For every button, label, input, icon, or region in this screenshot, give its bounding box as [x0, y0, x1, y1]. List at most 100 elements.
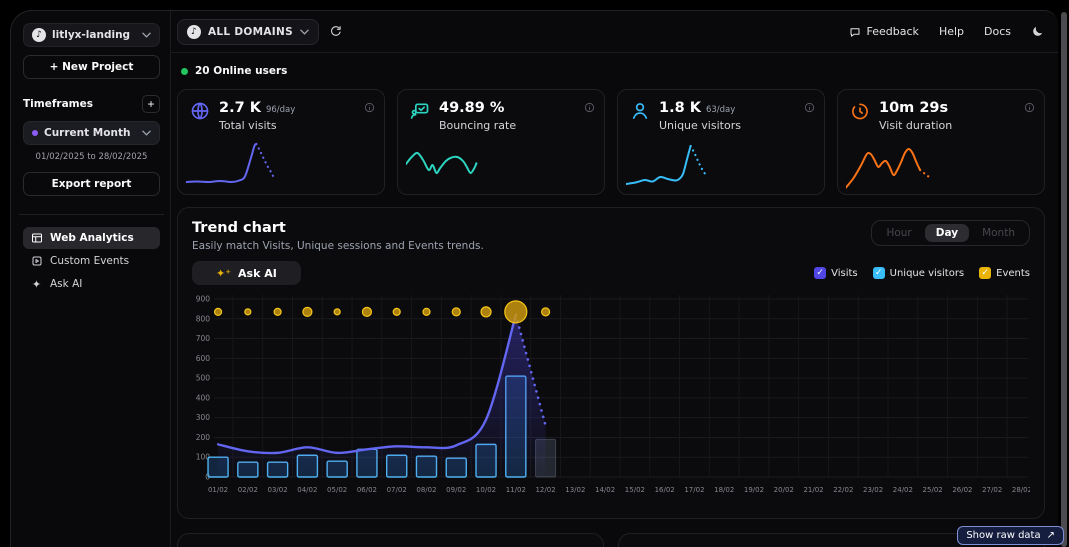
new-project-button[interactable]: + New Project	[23, 55, 160, 79]
checkbox-visits[interactable]: ✓	[814, 267, 826, 279]
stat-label: Bouncing rate	[439, 119, 516, 132]
tab-month[interactable]: Month	[971, 224, 1026, 242]
info-icon[interactable]	[1024, 98, 1035, 117]
tab-hour[interactable]: Hour	[875, 224, 922, 242]
svg-text:02/02: 02/02	[238, 486, 258, 494]
stat-cards-row: 2.7 K 96/day Total visits	[177, 89, 1045, 195]
timeframe-date-range: 01/02/2025 to 28/02/2025	[23, 152, 160, 162]
trend-chart[interactable]: 010020030040050060070080090001/0202/0203…	[192, 291, 1030, 505]
legend-visits[interactable]: ✓ Visits	[814, 267, 858, 279]
svg-text:17/02: 17/02	[684, 486, 704, 494]
bottom-panels: Top Sources Top Pages	[177, 533, 1045, 547]
domains-value: ALL DOMAINS	[208, 26, 293, 38]
svg-text:11/02: 11/02	[506, 486, 526, 494]
svg-text:24/02: 24/02	[893, 486, 913, 494]
stat-card-visit-duration: 10m 29s Visit duration	[837, 89, 1045, 195]
svg-text:500: 500	[196, 374, 211, 383]
nav-label: Web Analytics	[50, 232, 134, 244]
svg-text:21/02: 21/02	[803, 486, 823, 494]
topbar: ♪ ALL DOMAINS Feedback Help Docs	[171, 11, 1058, 53]
svg-text:20/02: 20/02	[774, 486, 794, 494]
online-users: 20 Online users	[177, 63, 1045, 79]
sparkles-icon: ✦	[30, 278, 43, 291]
svg-text:07/02: 07/02	[387, 486, 407, 494]
svg-text:14/02: 14/02	[595, 486, 615, 494]
timeframes-label: Timeframes	[23, 98, 93, 110]
svg-text:22/02: 22/02	[833, 486, 853, 494]
web-analytics-icon	[30, 232, 43, 245]
svg-text:06/02: 06/02	[357, 486, 377, 494]
svg-text:300: 300	[196, 413, 211, 422]
svg-text:600: 600	[196, 354, 211, 363]
online-dot-icon	[181, 68, 188, 75]
svg-text:28/02: 28/02	[1012, 486, 1030, 494]
sidebar-item-custom-events[interactable]: Custom Events	[23, 250, 160, 272]
moon-icon[interactable]	[1031, 25, 1044, 38]
sparkline-unique-visitors	[626, 139, 816, 189]
trend-chart-card: Trend chart Easily match Visits, Unique …	[177, 207, 1045, 519]
external-link-icon: ↗	[1047, 530, 1055, 541]
domains-selector[interactable]: ♪ ALL DOMAINS	[177, 19, 319, 45]
chevron-down-icon	[142, 32, 151, 38]
svg-text:10/02: 10/02	[476, 486, 496, 494]
stat-per-day: 63/day	[706, 105, 735, 115]
info-icon[interactable]	[364, 98, 375, 117]
feedback-button[interactable]: Feedback	[849, 25, 919, 38]
svg-text:26/02: 26/02	[952, 486, 972, 494]
stat-value: 49.89 %	[439, 100, 504, 116]
timer-icon	[850, 101, 870, 121]
ask-ai-button[interactable]: ✦⁺ Ask AI	[192, 261, 301, 285]
info-icon[interactable]	[584, 98, 595, 117]
export-report-button[interactable]: Export report	[23, 172, 160, 196]
stat-per-day: 96/day	[266, 105, 295, 115]
svg-text:400: 400	[196, 393, 211, 402]
timeframe-value: Current Month	[44, 127, 130, 139]
chart-legend: ✓ Visits ✓ Unique visitors ✓ Events	[814, 267, 1030, 279]
main-area: ♪ ALL DOMAINS Feedback Help Docs	[171, 11, 1058, 547]
svg-text:15/02: 15/02	[625, 486, 645, 494]
custom-events-icon	[30, 255, 43, 268]
timeframe-selector[interactable]: Current Month	[23, 121, 160, 145]
sparkles-icon: ✦⁺	[216, 268, 231, 279]
show-raw-data-button[interactable]: Show raw data ↗	[957, 526, 1064, 545]
refresh-icon[interactable]	[329, 25, 342, 38]
add-timeframe-button[interactable]: +	[142, 95, 160, 113]
svg-text:09/02: 09/02	[446, 486, 466, 494]
sidebar-item-web-analytics[interactable]: Web Analytics	[23, 227, 160, 249]
trend-title: Trend chart	[192, 220, 484, 236]
checkbox-events[interactable]: ✓	[979, 267, 991, 279]
nav-label: Ask AI	[50, 278, 82, 290]
timeframe-dot-icon	[32, 130, 38, 136]
docs-button[interactable]: Docs	[984, 25, 1011, 38]
svg-text:05/02: 05/02	[327, 486, 347, 494]
sparkline-total-visits	[186, 139, 376, 189]
help-button[interactable]: Help	[939, 25, 964, 38]
granularity-tabs: Hour Day Month	[871, 220, 1030, 246]
svg-text:27/02: 27/02	[982, 486, 1002, 494]
tab-day[interactable]: Day	[925, 224, 969, 242]
vertical-scrollbar[interactable]	[1061, 12, 1067, 547]
svg-text:800: 800	[196, 314, 211, 323]
litlyx-logo-icon: ♪	[187, 25, 201, 39]
info-icon[interactable]	[804, 98, 815, 117]
svg-text:18/02: 18/02	[714, 486, 734, 494]
svg-text:13/02: 13/02	[565, 486, 585, 494]
sparkline-visit-duration	[846, 139, 1036, 189]
sidebar-item-ask-ai[interactable]: ✦ Ask AI	[23, 273, 160, 295]
legend-events[interactable]: ✓ Events	[979, 267, 1030, 279]
stat-value: 2.7 K	[219, 100, 261, 116]
litlyx-logo-icon: ♪	[32, 28, 46, 42]
legend-unique-visitors[interactable]: ✓ Unique visitors	[873, 267, 965, 279]
project-selector[interactable]: ♪ litlyx-landing	[23, 23, 160, 47]
svg-text:900: 900	[196, 295, 211, 304]
stat-card-bouncing-rate: 49.89 % Bouncing rate	[397, 89, 605, 195]
sidebar-divider	[19, 214, 164, 215]
bounce-board-icon	[410, 101, 430, 121]
stat-card-unique-visitors: 1.8 K 63/day Unique visitors	[617, 89, 825, 195]
svg-text:01/02: 01/02	[208, 486, 228, 494]
checkbox-unique-visitors[interactable]: ✓	[873, 267, 885, 279]
svg-text:19/02: 19/02	[744, 486, 764, 494]
svg-text:200: 200	[196, 433, 211, 442]
stat-value: 10m 29s	[879, 100, 948, 116]
stat-card-total-visits: 2.7 K 96/day Total visits	[177, 89, 385, 195]
